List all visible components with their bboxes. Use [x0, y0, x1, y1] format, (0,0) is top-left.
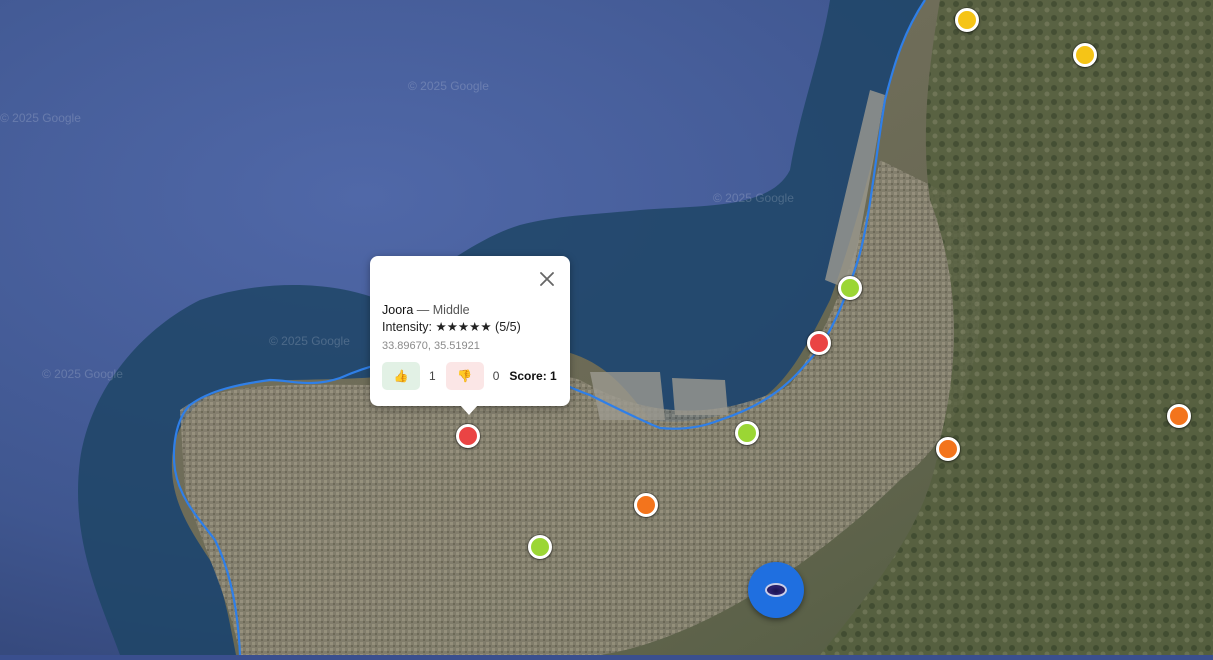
map-marker[interactable] [634, 493, 658, 517]
map-marker[interactable] [955, 8, 979, 32]
downvote-count: 0 [492, 369, 500, 383]
popup-separator: — [416, 303, 430, 317]
score-label: Score: 1 [509, 369, 557, 383]
upvote-button[interactable]: 👍 [382, 362, 420, 390]
locate-button[interactable] [748, 562, 804, 618]
popup-coordinates: 33.89670, 35.51921 [382, 340, 480, 352]
popup-intensity: Intensity: ★★★★★ (5/5) [382, 319, 558, 336]
thumbs-up-icon: 👍 [393, 369, 409, 383]
map-marker[interactable] [807, 331, 831, 355]
map-marker[interactable] [456, 424, 480, 448]
popup-title: Joora — Middle [382, 302, 558, 319]
satellite-map[interactable]: © 2025 Google © 2025 Google © 2025 Googl… [0, 0, 1213, 656]
intensity-label: Intensity: [382, 320, 433, 334]
map-marker[interactable] [735, 421, 759, 445]
location-icon [765, 583, 787, 597]
intensity-stars: ★★★★★ [435, 320, 492, 334]
map-marker[interactable] [1073, 43, 1097, 67]
map-marker[interactable] [528, 535, 552, 559]
upvote-count: 1 [429, 369, 436, 383]
info-popup: Joora — Middle Intensity: ★★★★★ (5/5) 33… [370, 256, 570, 415]
map-marker[interactable] [838, 276, 862, 300]
close-icon[interactable] [538, 270, 556, 288]
popup-level: Middle [432, 303, 470, 317]
intensity-value: (5/5) [495, 320, 521, 334]
downvote-button[interactable]: 👎 [445, 362, 484, 390]
popup-name: Joora [382, 303, 414, 317]
thumbs-down-icon: 👎 [457, 369, 473, 383]
map-marker[interactable] [936, 437, 960, 461]
vote-row: 👍 1 👎 0 Score: 1 [382, 362, 558, 390]
map-marker[interactable] [1167, 404, 1191, 428]
map-canvas[interactable] [0, 0, 1213, 656]
